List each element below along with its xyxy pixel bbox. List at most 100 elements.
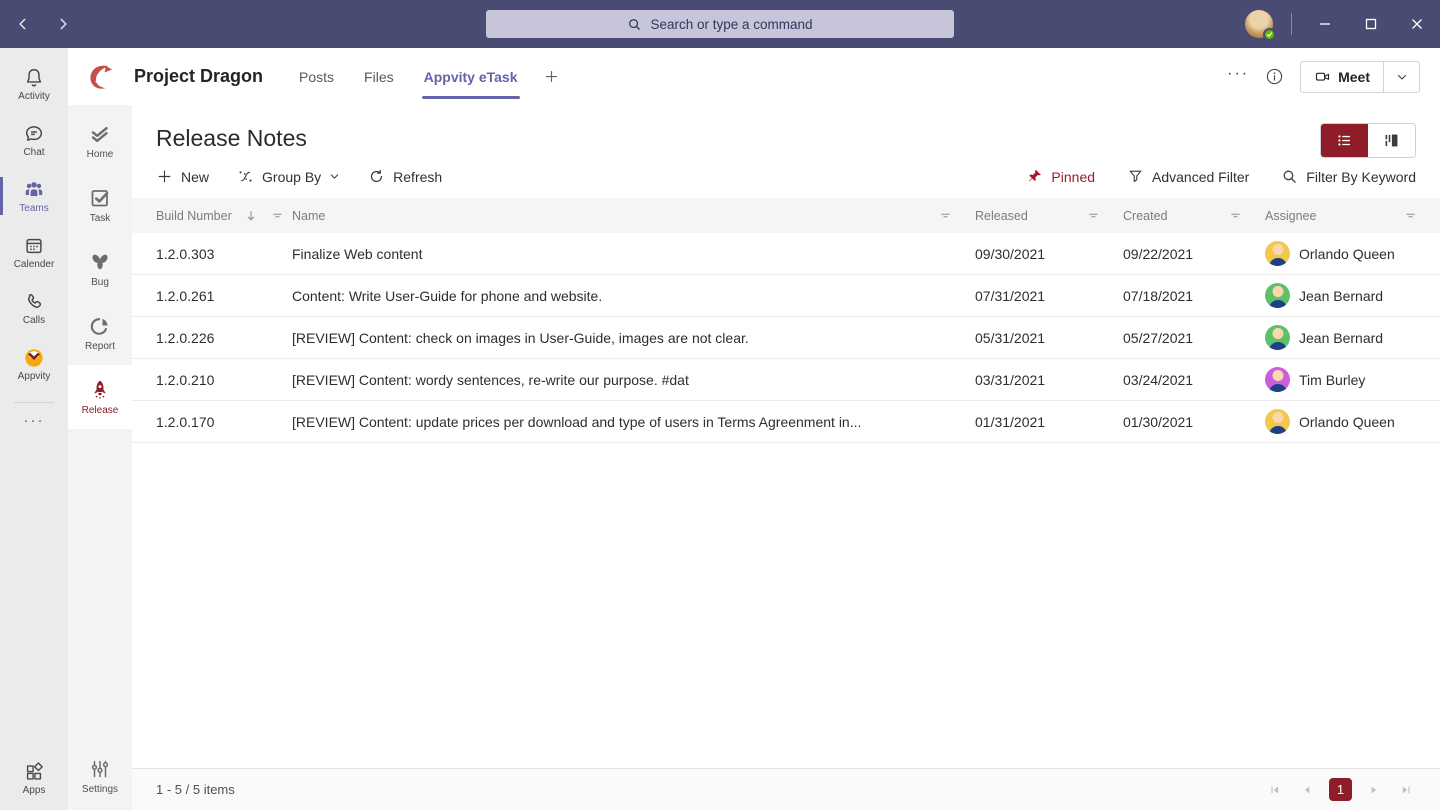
chevron-down-icon [329,171,340,182]
tab-appvity-etask[interactable]: Appvity eTask [424,48,518,105]
team-name: Project Dragon [134,66,263,87]
sidebar-item-activity[interactable]: Activity [0,56,68,112]
module-rail: Home Task Bug Report Release Settings [68,105,132,810]
info-icon[interactable] [1265,67,1284,86]
refresh-label: Refresh [393,169,442,185]
column-label: Released [975,209,1028,223]
table-row[interactable]: 1.2.0.210 [REVIEW] Content: wordy senten… [132,359,1440,401]
list-view-button[interactable] [1321,124,1368,157]
plus-icon [544,69,559,84]
module-item-report[interactable]: Report [68,301,132,365]
search-icon [1281,168,1298,185]
module-label: Home [87,150,114,160]
sidebar-label: Calls [23,316,45,326]
column-filter-icon[interactable] [1403,208,1418,223]
search-icon [627,17,642,32]
dragon-logo-icon [84,61,116,93]
sidebar-item-apps[interactable]: Apps [0,754,68,810]
advanced-filter-button[interactable]: Advanced Filter [1127,168,1249,185]
module-label: Report [85,342,115,352]
column-label: Created [1123,209,1167,223]
board-view-button[interactable] [1368,124,1415,157]
cell-released: 03/31/2021 [975,372,1123,388]
assignee-avatar [1265,283,1290,308]
cell-assignee: Tim Burley [1265,367,1440,392]
module-item-bug[interactable]: Bug [68,237,132,301]
sidebar-item-appvity[interactable]: Appvity [0,336,68,392]
back-icon[interactable] [16,17,30,31]
assignee-name: Orlando Queen [1299,414,1395,430]
sidebar-item-teams[interactable]: Teams [0,168,68,224]
column-build-number[interactable]: Build Number [156,208,292,223]
column-filter-icon[interactable] [1228,208,1243,223]
page-prev-icon[interactable] [1297,780,1317,800]
footer-bar: 1 - 5 / 5 items 1 [132,768,1440,810]
chat-icon [23,123,45,145]
calls-icon [23,291,45,313]
column-label: Build Number [156,209,232,223]
sidebar-item-calls[interactable]: Calls [0,280,68,336]
table-row[interactable]: 1.2.0.170 [REVIEW] Content: update price… [132,401,1440,443]
column-assignee[interactable]: Assignee [1265,208,1440,223]
page-first-icon[interactable] [1265,780,1285,800]
minimize-button[interactable] [1302,0,1348,48]
maximize-button[interactable] [1348,0,1394,48]
table-header: Build Number Name Released Created Assig… [132,198,1440,233]
add-tab-button[interactable] [544,69,559,84]
page-number[interactable]: 1 [1329,778,1352,801]
cell-released: 05/31/2021 [975,330,1123,346]
sidebar-label: Apps [23,786,46,796]
module-item-task[interactable]: Task [68,173,132,237]
forward-icon[interactable] [56,17,70,31]
sidebar-item-chat[interactable]: Chat [0,112,68,168]
cell-name: [REVIEW] Content: wordy sentences, re-wr… [292,372,975,388]
channel-tabs: Posts Files Appvity eTask [299,48,517,105]
refresh-button[interactable]: Refresh [368,168,442,185]
column-name[interactable]: Name [292,208,975,223]
cell-name: Content: Write User-Guide for phone and … [292,288,975,304]
user-avatar[interactable] [1245,10,1273,38]
cell-created: 03/24/2021 [1123,372,1265,388]
cell-build-number: 1.2.0.303 [156,246,292,262]
sidebar-item-calendar[interactable]: Calender [0,224,68,280]
page-next-icon[interactable] [1364,780,1384,800]
column-filter-icon[interactable] [938,208,953,223]
module-item-settings[interactable]: Settings [68,744,132,808]
column-created[interactable]: Created [1123,208,1265,223]
more-apps-icon[interactable]: ··· [0,403,68,437]
team-header: Project Dragon Posts Files Appvity eTask… [68,48,1440,105]
cell-created: 01/30/2021 [1123,414,1265,430]
titlebar-divider [1291,13,1292,35]
camera-icon [1314,68,1331,85]
sidebar-label: Teams [19,204,48,214]
pagination: 1 [1265,778,1416,801]
column-filter-icon[interactable] [270,208,285,223]
sort-desc-icon[interactable] [244,209,258,223]
module-item-release[interactable]: Release [68,365,132,429]
table-row[interactable]: 1.2.0.303 Finalize Web content 09/30/202… [132,233,1440,275]
assignee-name: Jean Bernard [1299,288,1383,304]
refresh-icon [368,168,385,185]
board-view-icon [1382,131,1401,150]
table-row[interactable]: 1.2.0.261 Content: Write User-Guide for … [132,275,1440,317]
table-row[interactable]: 1.2.0.226 [REVIEW] Content: check on ima… [132,317,1440,359]
tab-files[interactable]: Files [364,48,394,105]
cell-build-number: 1.2.0.210 [156,372,292,388]
group-by-button[interactable]: Group By [237,168,340,185]
page-last-icon[interactable] [1396,780,1416,800]
meet-button[interactable]: Meet [1300,61,1420,93]
close-button[interactable] [1394,0,1440,48]
column-filter-icon[interactable] [1086,208,1101,223]
filter-keyword-label: Filter By Keyword [1306,169,1416,185]
column-released[interactable]: Released [975,208,1123,223]
module-item-home[interactable]: Home [68,109,132,173]
new-button[interactable]: New [156,168,209,185]
meet-dropdown-button[interactable] [1383,62,1419,92]
cell-assignee: Orlando Queen [1265,409,1440,434]
pinned-filter-button[interactable]: Pinned [1026,168,1095,185]
filter-by-keyword-button[interactable]: Filter By Keyword [1281,168,1416,185]
search-input[interactable]: Search or type a command [486,10,954,38]
tab-posts[interactable]: Posts [299,48,334,105]
assignee-avatar [1265,409,1290,434]
channel-more-button[interactable]: ··· [1227,65,1249,89]
